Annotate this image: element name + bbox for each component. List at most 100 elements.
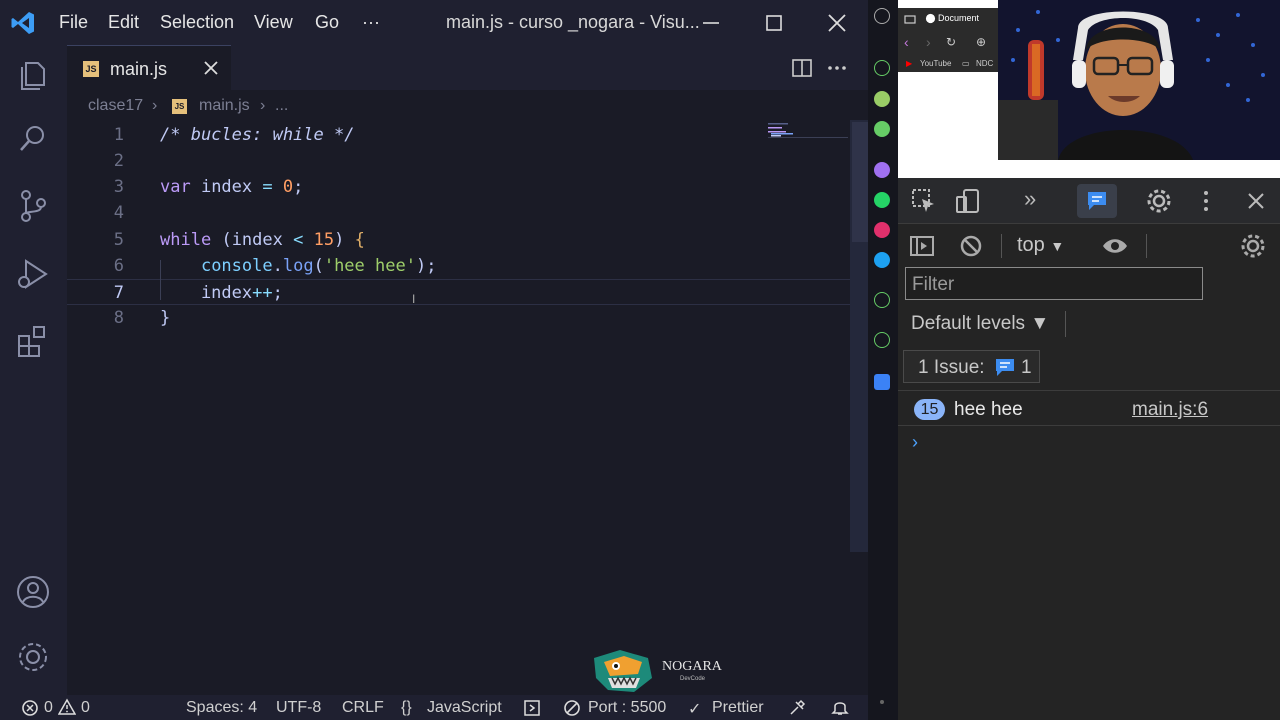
browser-tab[interactable]: Document [898, 8, 1000, 30]
console-settings-gear-icon[interactable] [1239, 232, 1267, 260]
back-arrow-icon[interactable]: ‹ [904, 34, 909, 50]
breadcrumb-folder[interactable]: clase17 [88, 97, 143, 115]
language-mode[interactable]: JavaScript [427, 699, 502, 717]
menu-view[interactable]: View [254, 12, 293, 33]
minimize-icon[interactable] [696, 8, 726, 38]
eol-status[interactable]: CRLF [342, 699, 384, 717]
show-sidebar-icon[interactable] [908, 232, 936, 260]
webcam-overlay [998, 0, 1280, 160]
devtools-toolbar: » [898, 178, 1280, 224]
menu-edit[interactable]: Edit [108, 12, 139, 33]
bookmark-youtube[interactable]: YouTube [920, 59, 951, 68]
issue-message-icon [996, 359, 1014, 376]
log-levels-dropdown[interactable]: Default levels ▼ [911, 313, 1049, 335]
code-line: 4 [67, 200, 850, 226]
clear-console-icon[interactable] [957, 232, 985, 260]
filter-input[interactable]: Filter [905, 267, 1203, 300]
settings-gear-icon[interactable] [1145, 187, 1173, 215]
menu-file[interactable]: File [59, 12, 88, 33]
line-number: 1 [113, 125, 124, 145]
code-line: 5 while (index < 15) { [67, 227, 850, 253]
error-icon[interactable] [21, 699, 39, 717]
device-toolbar-icon[interactable] [954, 187, 982, 215]
split-editor-icon[interactable] [791, 57, 813, 79]
js-file-icon: JS [83, 61, 99, 77]
code-editor[interactable]: 1 /* bucles: while */ 2 3 var index = 0;… [67, 120, 850, 695]
bookmark-ndc[interactable]: NDC [976, 59, 993, 68]
page-favicon-icon [925, 13, 936, 24]
accounts-share-icon[interactable] [788, 699, 806, 717]
code-line: 1 /* bucles: while */ [67, 122, 850, 148]
close-devtools-icon[interactable] [1242, 187, 1270, 215]
globe-icon[interactable]: ⊕ [976, 35, 986, 49]
tab-label: main.js [110, 59, 168, 79]
line-number: 4 [113, 203, 124, 223]
issues-tab[interactable] [1077, 184, 1117, 218]
vscode-window: File Edit Selection View Go ··· main.js … [0, 0, 868, 720]
menu-selection[interactable]: Selection [160, 12, 234, 33]
warning-count[interactable]: 0 [81, 699, 90, 717]
player-icon[interactable] [874, 292, 890, 308]
prettier-status[interactable]: Prettier [712, 699, 764, 717]
messenger-app-icon[interactable] [874, 121, 890, 137]
menu-more[interactable]: ··· [362, 12, 380, 33]
reload-icon[interactable]: ↻ [946, 35, 956, 49]
run-debug-icon[interactable] [14, 255, 52, 293]
code-line: 2 [67, 148, 850, 174]
close-window-icon[interactable] [822, 8, 852, 38]
settings-gear-icon[interactable] [14, 638, 52, 676]
toolbar-divider [1065, 311, 1066, 337]
more-actions-icon[interactable] [826, 57, 848, 79]
explorer-icon[interactable] [14, 55, 52, 93]
scrollbar-thumb[interactable] [852, 122, 868, 242]
kebab-menu-icon[interactable] [1192, 187, 1220, 215]
speed-dial-icon[interactable] [874, 60, 890, 76]
text-cursor-icon: I [412, 292, 416, 306]
search-icon[interactable] [14, 120, 52, 158]
maximize-icon[interactable] [759, 8, 789, 38]
extension-icon[interactable] [874, 374, 890, 390]
console-source-link[interactable]: main.js:6 [1132, 399, 1208, 421]
more-tabs-icon[interactable]: » [1024, 186, 1036, 212]
breadcrumb-file[interactable]: main.js [199, 97, 250, 115]
title-bar: File Edit Selection View Go ··· main.js … [0, 0, 868, 45]
breadcrumb-more[interactable]: ... [275, 97, 288, 115]
line-number: 3 [113, 177, 124, 197]
whatsapp-icon[interactable] [874, 192, 890, 208]
code-text: console.log('hee hee'); [200, 256, 437, 276]
live-server-port[interactable]: Port : 5500 [588, 699, 666, 717]
account-icon[interactable] [14, 573, 52, 611]
forward-arrow-icon[interactable]: › [926, 34, 931, 50]
notifications-bell-icon[interactable] [831, 698, 849, 716]
sidebar-app-icon[interactable] [874, 8, 890, 24]
warning-icon[interactable] [58, 698, 76, 716]
indentation-status[interactable]: Spaces: 4 [186, 699, 257, 717]
extensions-icon[interactable] [14, 322, 52, 360]
menu-go[interactable]: Go [315, 12, 339, 33]
wallet-icon[interactable] [874, 91, 890, 107]
console-prompt-icon[interactable]: › [912, 432, 918, 453]
history-icon[interactable] [874, 332, 890, 348]
live-expression-eye-icon[interactable] [1101, 232, 1129, 260]
line-number: 2 [113, 151, 124, 171]
window-title: main.js - curso _nogara - Visu... [446, 12, 700, 32]
go-live-icon[interactable] [563, 699, 581, 717]
encoding-status[interactable]: UTF-8 [276, 699, 321, 717]
messenger-icon[interactable] [874, 162, 890, 178]
issues-button[interactable]: 1 Issue: 1 [903, 350, 1040, 383]
check-icon: ✓ [688, 701, 702, 718]
js-file-icon: JS [172, 99, 187, 114]
instagram-icon[interactable] [874, 222, 890, 238]
twitter-icon[interactable] [874, 252, 890, 268]
tab-main-js[interactable]: JS main.js [67, 45, 231, 90]
context-select[interactable]: top ▼ [1017, 234, 1064, 257]
minimap[interactable] [768, 122, 848, 142]
error-count[interactable]: 0 [44, 699, 53, 717]
code-line: 8 } [67, 305, 850, 331]
source-control-icon[interactable] [14, 187, 52, 225]
inspect-element-icon[interactable] [910, 187, 938, 215]
more-icon[interactable] [880, 700, 884, 704]
feedback-icon[interactable] [523, 699, 541, 717]
close-tab-icon[interactable] [201, 58, 221, 78]
code-text: var index = 0; [160, 177, 304, 197]
